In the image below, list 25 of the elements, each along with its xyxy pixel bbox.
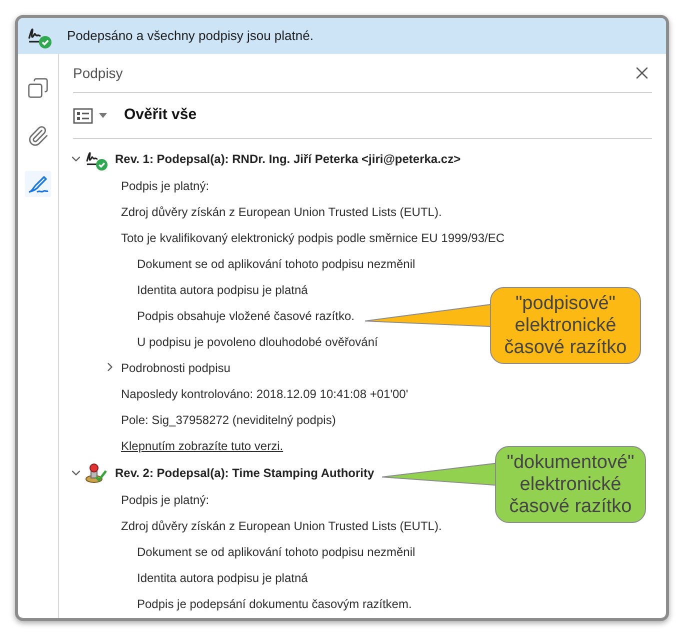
callout: "dokumentové" elektronické časové razítko (495, 446, 646, 523)
banner-text: Podepsáno a všechny podpisy jsou platné. (67, 27, 314, 46)
detail-text: Pole: Sig_37958272 (neviditelný podpis) (121, 412, 336, 429)
details-expander[interactable]: Podrobnosti podpisu (121, 359, 230, 377)
verify-all-button[interactable]: Ověřit vše (124, 104, 197, 127)
detail-text: U podpisu je povoleno dlouhodobé ověřování (137, 334, 378, 351)
detail-text: Naposledy kontrolováno: 2018.12.09 10:41:08 +01'00' (121, 386, 408, 403)
detail-text: Identita autora podpisu je platná (137, 282, 308, 299)
detail-text: Podpis obsahuje vložené časové razítko. (137, 308, 354, 325)
signature-header[interactable]: Rev. 2: Podepsal(a): Time Stamping Authority (115, 464, 374, 482)
detail-text: Toto je kvalifikovaný elektronický podpis podle směrnice EU 1999/93/EC (121, 230, 505, 247)
detail-text: Podpis je platný: (121, 492, 210, 509)
detail-text: Identita autora podpisu je platná (137, 570, 308, 587)
view-version-link[interactable]: Klepnutím zobrazíte tuto verzi. (121, 437, 284, 455)
detail-text: Zdroj důvěry získán z European Union Trusted Lists (EUTL). (121, 204, 442, 221)
panel-title: Podpisy (73, 64, 123, 83)
signature-header[interactable]: Rev. 1: Podepsal(a): RNDr. Ing. Jiří Peterka <jiri@peterka.cz> (115, 150, 461, 168)
detail-text: Zdroj důvěry získán z European Union Trusted Lists (EUTL). (121, 518, 442, 535)
stamp-check-icon (85, 462, 107, 484)
callout: "podpisové" elektronické časové razítko (490, 287, 641, 364)
detail-text: Dokument se od aplikování tohoto podpisu nezměnil (137, 544, 416, 561)
detail-text: Podpis je podepsání dokumentu časovým razítkem. (137, 596, 412, 613)
detail-text: Dokument se od aplikování tohoto podpisu nezměnil (137, 256, 416, 273)
detail-text: Podpis je platný: (121, 178, 210, 195)
list-options-icon[interactable] (73, 108, 107, 124)
